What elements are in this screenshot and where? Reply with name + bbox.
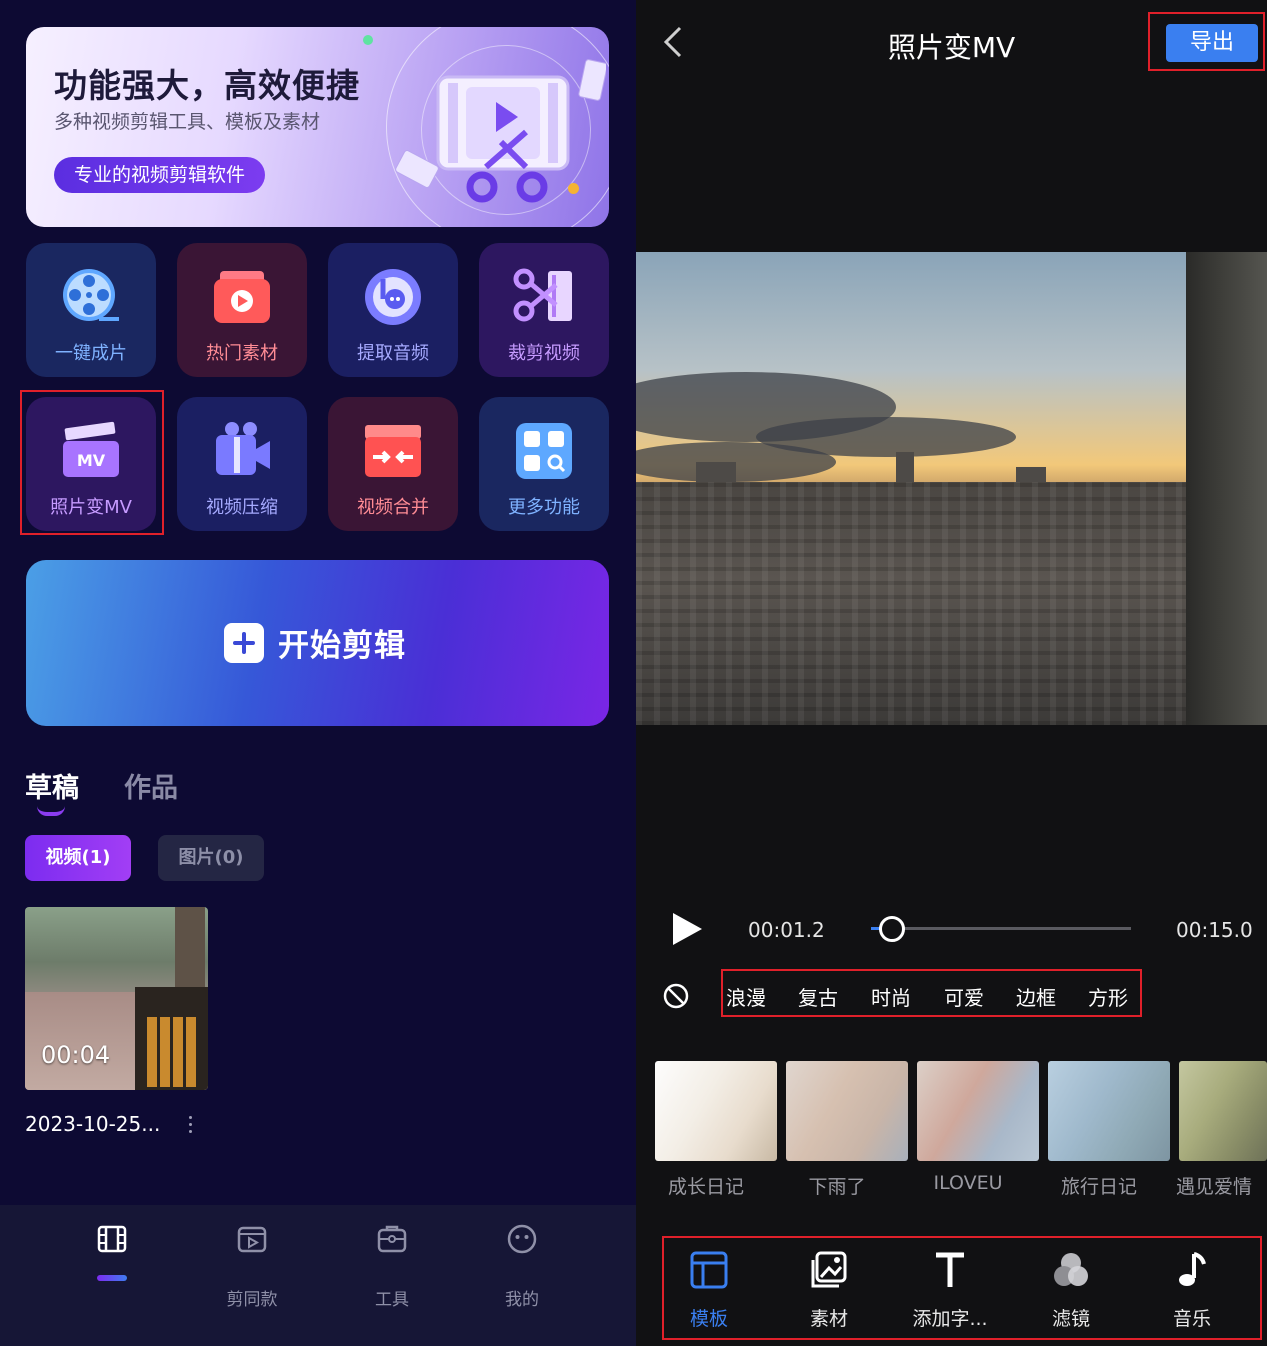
start-editing-button[interactable]: 开始剪辑 bbox=[26, 560, 609, 726]
template-label: 成长日记 bbox=[667, 1176, 744, 1198]
tool-crop-video[interactable]: 裁剪视频 bbox=[479, 243, 609, 377]
banner-subtitle: 多种视频剪辑工具、模板及素材 bbox=[54, 111, 321, 133]
highlight-box-categories bbox=[721, 969, 1142, 1017]
audio-extract-icon bbox=[365, 269, 421, 325]
progress-track[interactable] bbox=[871, 927, 1131, 930]
template-card[interactable] bbox=[655, 1061, 777, 1161]
bottom-nav: 剪同款 工具 我的 bbox=[0, 1205, 636, 1346]
tool-label: 裁剪视频 bbox=[508, 343, 580, 364]
highlight-box-toolbar bbox=[662, 1236, 1262, 1340]
nav-active-indicator bbox=[97, 1275, 127, 1281]
play-icon[interactable] bbox=[670, 910, 704, 948]
banner-title: 功能强大，高效便捷 bbox=[54, 66, 360, 105]
draft-duration: 00:04 bbox=[41, 1041, 111, 1069]
tool-extract-audio[interactable]: 提取音频 bbox=[328, 243, 458, 377]
template-label: 旅行日记 bbox=[1060, 1176, 1137, 1198]
play-stack-icon bbox=[214, 271, 270, 323]
film-reel-icon bbox=[63, 269, 119, 321]
tool-label: 热门素材 bbox=[206, 343, 278, 364]
draft-date: 2023-10-25... bbox=[25, 1112, 161, 1136]
toolbox-icon bbox=[377, 1225, 407, 1253]
tool-video-merge[interactable]: 视频合并 bbox=[328, 397, 458, 531]
draft-thumbnail[interactable]: 00:04 bbox=[25, 907, 208, 1090]
start-editing-label: 开始剪辑 bbox=[278, 628, 406, 664]
tool-label: 一键成片 bbox=[55, 343, 127, 364]
template-card[interactable] bbox=[917, 1061, 1039, 1161]
nav-tools[interactable]: 工具 bbox=[342, 1223, 442, 1323]
video-compress-icon bbox=[216, 422, 270, 475]
editor-screen: 照片变MV 导出 00:01.2 00:15.0 浪漫 复古 时尚 可爱 边框 … bbox=[636, 0, 1267, 1346]
template-label: ILOVEU bbox=[933, 1172, 1003, 1194]
preview-city bbox=[636, 482, 1186, 725]
tool-label: 视频合并 bbox=[357, 497, 429, 518]
tab-drafts[interactable]: 草稿 bbox=[25, 766, 79, 805]
nav-profile[interactable]: 我的 bbox=[472, 1223, 572, 1323]
plus-icon bbox=[224, 623, 264, 663]
tool-label: 提取音频 bbox=[357, 343, 429, 364]
template-label: 下雨了 bbox=[808, 1176, 866, 1198]
thumb-bin-panel bbox=[147, 1017, 199, 1087]
no-effect-icon[interactable] bbox=[662, 982, 690, 1010]
banner-dot bbox=[363, 35, 373, 45]
nav-label: 我的 bbox=[505, 1290, 539, 1310]
tab-active-indicator bbox=[37, 806, 65, 816]
banner-pill[interactable]: 专业的视频剪辑软件 bbox=[54, 157, 266, 193]
nav-label: 工具 bbox=[375, 1290, 409, 1310]
scissors-film-icon bbox=[513, 268, 572, 322]
current-time: 00:01.2 bbox=[748, 918, 825, 942]
promo-banner[interactable]: 功能强大，高效便捷 多种视频剪辑工具、模板及素材 专业的视频剪辑软件 bbox=[26, 27, 609, 227]
preview-window-frame bbox=[1186, 252, 1267, 725]
tool-more-features[interactable]: 更多功能 bbox=[479, 397, 609, 531]
video-preview[interactable] bbox=[636, 252, 1267, 725]
tab-works[interactable]: 作品 bbox=[124, 766, 178, 805]
film-icon bbox=[97, 1225, 127, 1253]
filter-chip-photo[interactable]: 图片(0) bbox=[158, 835, 264, 881]
tool-hot-materials[interactable]: 热门素材 bbox=[177, 243, 307, 377]
profile-face-icon bbox=[507, 1224, 537, 1254]
tool-label: 更多功能 bbox=[508, 497, 580, 518]
tool-label: 视频压缩 bbox=[206, 497, 278, 518]
nav-same-template[interactable]: 剪同款 bbox=[202, 1223, 302, 1323]
tool-video-compress[interactable]: 视频压缩 bbox=[177, 397, 307, 531]
video-merge-icon bbox=[365, 425, 421, 477]
template-card[interactable] bbox=[1179, 1061, 1267, 1161]
more-grid-icon bbox=[516, 423, 572, 479]
video-editor-illustration-icon bbox=[395, 59, 606, 203]
more-vertical-icon[interactable] bbox=[180, 1112, 200, 1138]
nav-home[interactable] bbox=[62, 1223, 162, 1323]
preview-cloud bbox=[636, 442, 836, 482]
progress-thumb[interactable] bbox=[878, 916, 905, 942]
tool-one-click[interactable]: 一键成片 bbox=[26, 243, 156, 377]
home-screen: 功能强大，高效便捷 多种视频剪辑工具、模板及素材 专业的视频剪辑软件 一键成片 bbox=[0, 0, 636, 1346]
template-card[interactable] bbox=[786, 1061, 908, 1161]
template-label: 遇见爱情 bbox=[1176, 1176, 1253, 1198]
highlight-box-export bbox=[1148, 12, 1265, 71]
total-time: 00:15.0 bbox=[1176, 918, 1253, 942]
template-play-icon bbox=[237, 1226, 267, 1253]
filter-chip-video[interactable]: 视频(1) bbox=[25, 835, 131, 881]
nav-label: 剪同款 bbox=[226, 1290, 278, 1310]
template-card[interactable] bbox=[1048, 1061, 1170, 1161]
highlight-box-photo-mv bbox=[20, 390, 164, 535]
